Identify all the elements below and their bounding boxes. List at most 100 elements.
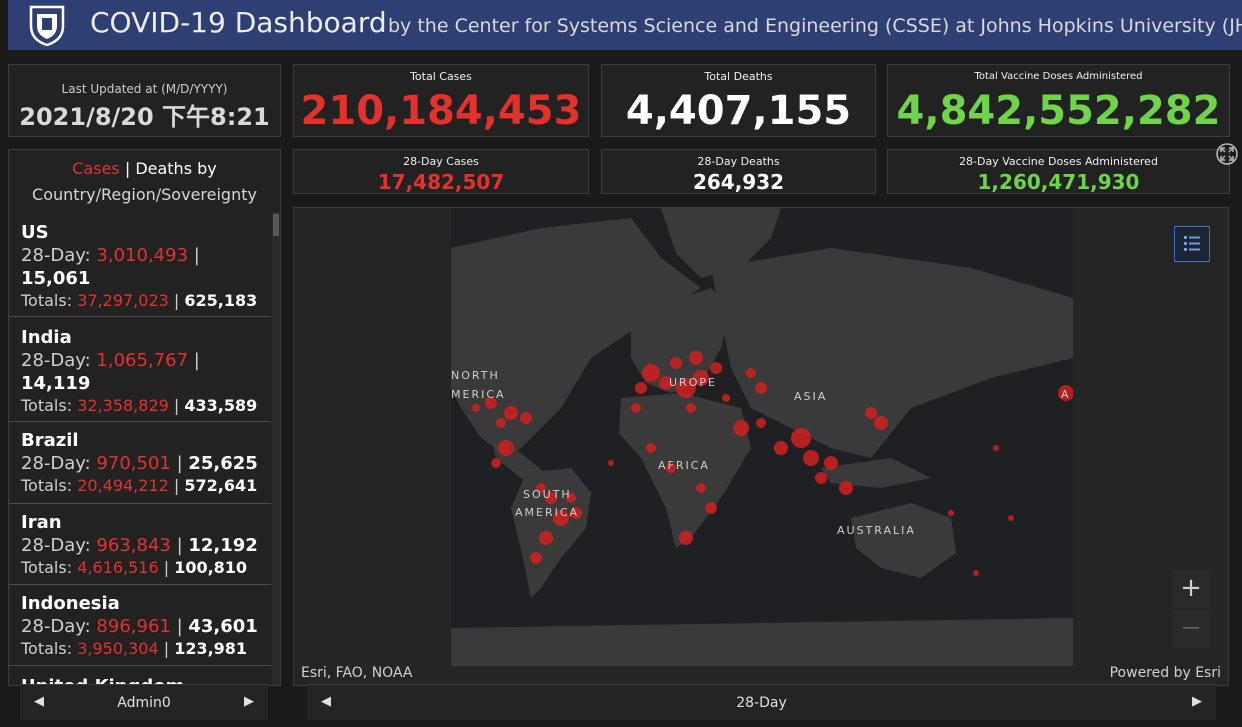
total-deaths: 572,641 — [184, 476, 258, 495]
label-africa: AFRICA — [658, 459, 710, 472]
list-item[interactable]: Iran 28-Day: 963,843 | 12,192 Totals: 4,… — [9, 504, 271, 585]
jhu-shield-icon — [29, 5, 65, 46]
powered-by-esri[interactable]: Powered by Esri — [1110, 665, 1221, 681]
last-updated-label: Last Updated at (M/D/YYYY) — [61, 82, 228, 96]
day28-deaths: 25,625 — [188, 453, 258, 474]
country-name: Iran — [21, 512, 62, 533]
dashboard-header: COVID-19 Dashboard by the Center for Sys… — [8, 0, 1242, 50]
list-item[interactable]: Indonesia 28-Day: 896,961 | 43,601 Total… — [9, 585, 271, 666]
label-europe: UROPE — [669, 376, 717, 389]
day28-prefix: 28-Day: — [21, 245, 97, 266]
day28-cases-label: 28-Day Cases — [403, 155, 479, 168]
last-updated-panel: Last Updated at (M/D/YYYY) 2021/8/20 下午8… — [8, 64, 281, 137]
list-item[interactable]: US 28-Day: 3,010,493 | 15,061 Totals: 37… — [9, 212, 271, 317]
last-updated-value: 2021/8/20 下午8:21 — [19, 103, 270, 131]
header-region-label: Country/Region/Sovereignty — [32, 185, 257, 204]
day28-prefix: 28-Day: — [21, 350, 97, 371]
total-deaths-value: 4,407,155 — [625, 88, 852, 134]
day28-deaths-label: 28-Day Deaths — [697, 155, 780, 168]
totals-prefix: Totals: — [21, 291, 78, 310]
list-icon — [1184, 236, 1200, 251]
day28-cases: 896,961 — [96, 616, 171, 637]
country-name: Indonesia — [21, 593, 120, 614]
total-deaths: 100,810 — [174, 558, 248, 577]
day28-vaccine-panel: 28-Day Vaccine Doses Administered 1,260,… — [887, 149, 1230, 194]
left-nav-label[interactable]: Admin0 — [117, 695, 171, 711]
legend-toggle-button[interactable] — [1174, 226, 1210, 262]
map-panel[interactable]: NORTH MERICA UROPE ASIA AFRICA SOUTH AME… — [293, 207, 1229, 686]
total-cases: 32,358,829 — [77, 396, 169, 415]
header-deaths-tab[interactable]: Deaths — [135, 159, 192, 178]
country-list[interactable]: US 28-Day: 3,010,493 | 15,061 Totals: 37… — [9, 212, 271, 685]
header-cases-tab[interactable]: Cases — [72, 159, 120, 178]
day28-prefix: 28-Day: — [21, 616, 97, 637]
totals-prefix: Totals: — [21, 639, 78, 658]
total-deaths: 433,589 — [184, 396, 258, 415]
total-vaccine-value: 4,842,552,282 — [896, 88, 1221, 134]
header-separator: | — [119, 159, 136, 178]
day28-deaths: 15,061 — [21, 268, 91, 289]
day28-cases: 970,501 — [96, 453, 171, 474]
day28-cases-value: 17,482,507 — [377, 170, 505, 194]
total-deaths: 625,183 — [184, 291, 258, 310]
day28-deaths: 43,601 — [188, 616, 258, 637]
header-by: by — [192, 159, 217, 178]
day28-deaths: 14,119 — [21, 373, 91, 394]
right-nav-label[interactable]: 28-Day — [736, 695, 787, 711]
day28-vaccine-label: 28-Day Vaccine Doses Administered — [959, 155, 1158, 168]
day28-cases: 1,065,767 — [96, 350, 189, 371]
map-attribution: Esri, FAO, NOAA — [301, 665, 413, 681]
country-name: US — [21, 222, 49, 243]
world-map[interactable]: NORTH MERICA UROPE ASIA AFRICA SOUTH AME… — [451, 208, 1073, 666]
label-north-america-2: MERICA — [451, 388, 506, 401]
day28-deaths-panel: 28-Day Deaths 264,932 — [601, 149, 876, 194]
scrollbar-thumb[interactable] — [273, 214, 279, 236]
total-deaths-panel: Total Deaths 4,407,155 — [601, 64, 876, 137]
day28-vaccine-value: 1,260,471,930 — [977, 170, 1140, 194]
day28-prefix: 28-Day: — [21, 453, 97, 474]
total-deaths: 123,981 — [174, 639, 248, 658]
fullscreen-icon[interactable] — [1216, 143, 1238, 165]
country-name: Brazil — [21, 430, 79, 451]
total-cases-panel: Total Cases 210,184,453 — [293, 64, 589, 137]
list-item[interactable]: United Kingdom — [9, 666, 271, 685]
total-cases: 20,494,212 — [77, 476, 169, 495]
day28-cases: 3,010,493 — [96, 245, 189, 266]
totals-prefix: Totals: — [21, 396, 78, 415]
right-nav-next-icon[interactable]: ▶ — [1192, 694, 1202, 709]
total-vaccine-panel: Total Vaccine Doses Administered 4,842,5… — [887, 64, 1230, 137]
total-cases-label: Total Cases — [410, 70, 472, 83]
totals-prefix: Totals: — [21, 476, 78, 495]
day28-cases-panel: 28-Day Cases 17,482,507 — [293, 149, 589, 194]
day28-prefix: 28-Day: — [21, 535, 97, 556]
total-cases: 3,950,304 — [77, 639, 159, 658]
total-cases: 4,616,516 — [77, 558, 159, 577]
zoom-in-button[interactable]: + — [1172, 570, 1210, 608]
dashboard-subtitle: by the Center for Systems Science and En… — [388, 15, 1242, 37]
label-north-america-1: NORTH — [451, 369, 500, 382]
label-asia: ASIA — [794, 390, 827, 403]
country-name: India — [21, 327, 72, 348]
label-edge-a: A — [1061, 388, 1071, 401]
left-nav-prev-icon[interactable]: ◀ — [34, 694, 44, 709]
zoom-out-button[interactable]: — — [1172, 610, 1210, 648]
day28-deaths-value: 264,932 — [692, 170, 785, 194]
dashboard-title: COVID-19 Dashboard — [90, 6, 387, 39]
list-scrollbar[interactable] — [272, 212, 280, 685]
list-item[interactable]: India 28-Day: 1,065,767 | 14,119 Totals:… — [9, 317, 271, 422]
day28-deaths: 12,192 — [188, 535, 258, 556]
totals-prefix: Totals: — [21, 558, 78, 577]
right-nav-bar: ◀ 28-Day ▶ — [307, 684, 1216, 720]
right-nav-prev-icon[interactable]: ◀ — [321, 694, 331, 709]
list-item[interactable]: Brazil 28-Day: 970,501 | 25,625 Totals: … — [9, 422, 271, 504]
label-australia: AUSTRALIA — [837, 524, 916, 537]
total-deaths-label: Total Deaths — [704, 70, 773, 83]
label-south-america-2: AMERICA — [515, 506, 579, 519]
total-cases: 37,297,023 — [77, 291, 169, 310]
left-nav-bar: ◀ Admin0 ▶ — [20, 684, 268, 720]
label-south-america-1: SOUTH — [523, 488, 572, 501]
country-list-panel: Cases | Deaths by Country/Region/Soverei… — [8, 149, 281, 686]
total-cases-value: 210,184,453 — [300, 88, 582, 134]
left-nav-next-icon[interactable]: ▶ — [244, 694, 254, 709]
total-vaccine-label: Total Vaccine Doses Administered — [974, 71, 1143, 82]
